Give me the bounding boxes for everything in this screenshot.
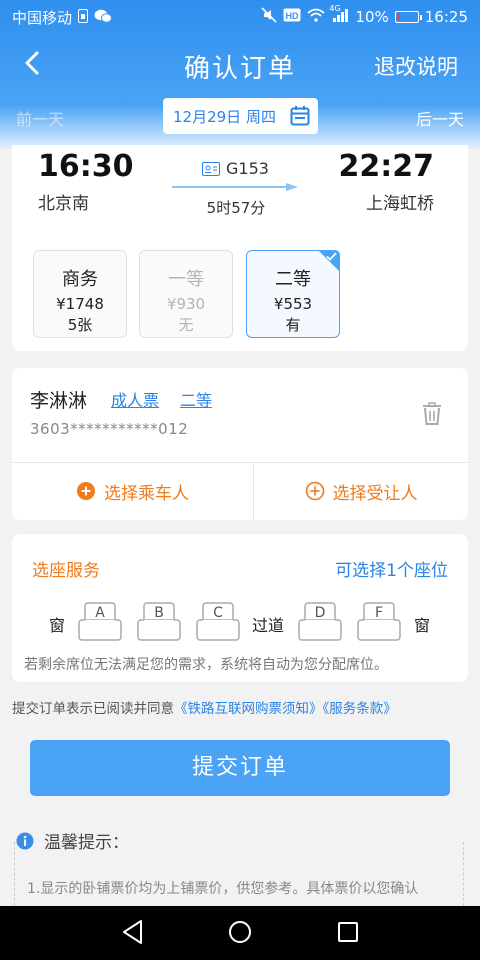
seat-class-price: ¥930 xyxy=(166,295,206,313)
next-day-button[interactable]: 后一天 xyxy=(416,106,464,130)
date-switcher: 前一天 12月29日 周四 后一天 xyxy=(0,98,480,136)
seat-letter: F xyxy=(374,605,384,621)
agreement-prefix: 提交订单表示已阅读并同意 xyxy=(12,701,174,717)
passenger-name: 李淋淋 xyxy=(30,390,88,412)
tips-header: 温馨提示： xyxy=(16,828,135,853)
train-info-card: 16:30 北京南 G153 5时57分 22:27 上海虹桥 商务 ¥1748… xyxy=(12,145,468,351)
select-passenger-button[interactable]: 选择乘车人 xyxy=(12,462,253,520)
delete-passenger-button[interactable] xyxy=(422,402,442,430)
nav-recents-button[interactable] xyxy=(336,919,360,949)
ticketing-rules-link[interactable]: 《铁路互联网购票须知》 xyxy=(174,701,323,717)
seat-d[interactable]: D xyxy=(298,602,342,642)
header: 中国移动 HD 4G 10% 16:25 确认订单 退改说明 前一天 12月29… xyxy=(0,0,480,150)
info-icon xyxy=(16,832,34,849)
terms-link[interactable]: 《服务条款》 xyxy=(323,701,397,717)
id-card-icon xyxy=(202,161,220,176)
trip-duration: 5时57分 xyxy=(206,199,266,217)
seat-class-name: 商务 xyxy=(62,269,98,290)
seat-class-count: 有 xyxy=(285,316,301,334)
route-arrow-icon xyxy=(172,183,298,191)
seat-c[interactable]: C xyxy=(196,602,240,642)
arrival-station: 上海虹桥 xyxy=(366,194,434,214)
signal-icon: 4G xyxy=(329,4,349,26)
seat-map: 窗 A B C 过道 D F 窗 xyxy=(12,600,468,644)
battery-percent: 10% xyxy=(355,8,389,26)
seat-letter: A xyxy=(95,605,105,621)
prev-day-button[interactable]: 前一天 xyxy=(16,106,64,130)
hd-icon: HD xyxy=(283,8,301,26)
departure-station: 北京南 xyxy=(38,194,89,214)
seat-class-price: ¥553 xyxy=(273,295,313,313)
aisle-label: 过道 xyxy=(252,616,285,635)
carrier-label: 中国移动 xyxy=(12,9,73,27)
passenger-card: 李淋淋 成人票 二等 3603***********012 选择乘车人 选择受让… xyxy=(12,368,468,520)
triangle-back-icon xyxy=(123,920,142,944)
system-nav-bar xyxy=(0,906,480,960)
square-recents-icon xyxy=(338,922,358,942)
calendar-icon xyxy=(290,105,310,131)
trash-icon xyxy=(423,402,441,425)
seat-class-count: 无 xyxy=(178,316,194,334)
check-icon xyxy=(326,252,337,261)
seat-service-note: 若剩余席位无法满足您的需求，系统将自动为您分配席位。 xyxy=(24,657,388,673)
seat-f[interactable]: F xyxy=(357,602,401,642)
seat-class-first[interactable]: 一等 ¥930 无 xyxy=(139,250,233,338)
nav-back-button[interactable] xyxy=(121,919,145,949)
sim-icon xyxy=(78,8,89,27)
plus-circle-icon xyxy=(77,482,95,500)
seat-b[interactable]: B xyxy=(137,602,181,642)
seat-service-card: 选座服务 可选择1个座位 窗 A B C 过道 D F 窗 若剩余席位无法满足您… xyxy=(12,534,468,682)
agreement-text: 提交订单表示已阅读并同意《铁路互联网购票须知》《服务条款》 xyxy=(12,697,397,717)
window-label: 窗 xyxy=(49,616,66,635)
select-beneficiary-button[interactable]: 选择受让人 xyxy=(254,462,468,520)
nav-bar: 确认订单 退改说明 xyxy=(0,36,480,92)
seat-class-count: 5张 xyxy=(67,316,93,334)
circle-home-icon xyxy=(229,921,251,943)
plus-circle-outline-icon xyxy=(305,481,324,501)
seat-class-name: 一等 xyxy=(168,269,204,290)
battery-icon xyxy=(394,11,422,23)
ticket-type-link[interactable]: 成人票 xyxy=(111,387,159,411)
seat-letter: B xyxy=(154,605,164,621)
submit-order-button[interactable]: 提交订单 xyxy=(30,740,450,796)
passenger-id: 3603***********012 xyxy=(30,420,189,438)
date-picker[interactable]: 12月29日 周四 xyxy=(163,98,318,134)
wechat-icon xyxy=(94,9,113,27)
nav-home-button[interactable] xyxy=(228,919,252,949)
seat-class-second[interactable]: 二等 ¥553 有 xyxy=(246,250,340,338)
arrival-time: 22:27 xyxy=(338,149,435,184)
seat-letter: D xyxy=(314,605,326,621)
clock: 16:25 xyxy=(424,8,468,26)
svg-text:HD: HD xyxy=(286,11,299,21)
seat-class-link[interactable]: 二等 xyxy=(180,387,212,411)
seat-class-price: ¥1748 xyxy=(56,295,104,313)
train-number[interactable]: G153 xyxy=(202,159,269,178)
tips-title: 温馨提示： xyxy=(44,833,129,853)
select-beneficiary-label: 选择受让人 xyxy=(332,483,418,504)
departure-time: 16:30 xyxy=(38,149,134,184)
tips-line: 1.显示的卧铺票价均为上铺票价，供您参考。具体票价以您确认 xyxy=(27,881,419,897)
wifi-icon xyxy=(307,8,326,26)
status-bar: 中国移动 HD 4G 10% 16:25 xyxy=(0,0,480,32)
seat-letter: C xyxy=(213,605,223,621)
seat-service-hint: 可选择1个座位 xyxy=(335,561,448,581)
seat-service-title: 选座服务 xyxy=(32,561,100,581)
select-passenger-label: 选择乘车人 xyxy=(104,483,189,504)
seat-class-business[interactable]: 商务 ¥1748 5张 xyxy=(33,250,127,338)
date-label: 12月29日 周四 xyxy=(173,107,276,126)
mute-icon xyxy=(261,7,277,27)
seat-a[interactable]: A xyxy=(78,602,122,642)
window-label: 窗 xyxy=(414,616,431,635)
refund-policy-link[interactable]: 退改说明 xyxy=(374,51,458,81)
train-number-label: G153 xyxy=(226,159,269,178)
